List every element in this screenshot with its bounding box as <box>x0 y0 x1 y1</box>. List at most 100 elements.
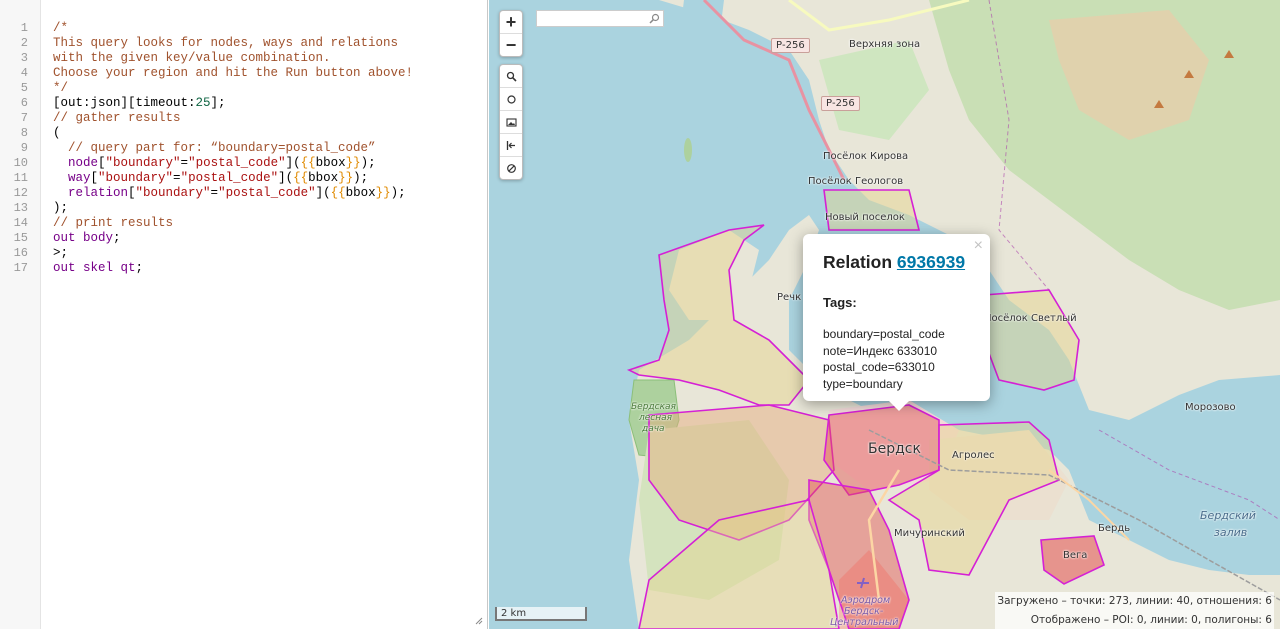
code-token: ); <box>390 186 406 200</box>
map-search-input[interactable] <box>536 10 664 27</box>
tags-heading: Tags: <box>823 295 857 310</box>
tag-note: note=Индекс 633010 <box>823 343 938 358</box>
code-token: node <box>53 156 99 170</box>
code-token: // gather results <box>53 111 181 125</box>
search-icon[interactable] <box>649 13 660 24</box>
line-number-gutter: 1 2 3 4 5 6 7 8 9 10 11 12 13 14 15 16 17 <box>0 0 41 629</box>
line-number: 6 <box>20 96 28 110</box>
tag-boundary: boundary=postal_code <box>823 327 945 341</box>
code-line[interactable]: [out:json][timeout:25]; <box>53 96 226 111</box>
line-number: 12 <box>13 186 28 200</box>
export-image-button[interactable] <box>500 111 522 134</box>
code-token: }} <box>338 171 354 185</box>
code-line[interactable]: relation["boundary"="postal_code"]({{bbo… <box>53 186 406 201</box>
code-token: {{ <box>300 156 316 170</box>
code-token: 25 <box>195 96 211 110</box>
line-number: 4 <box>20 66 28 80</box>
label-agroles: Агролес <box>952 450 995 461</box>
code-token: >; <box>53 246 69 260</box>
code-token: "postal_code" <box>188 156 286 170</box>
code-token: /* <box>53 21 69 35</box>
clear-icon <box>506 163 516 173</box>
locate-icon <box>506 94 516 104</box>
fit-bounds-icon <box>506 140 515 150</box>
label-michurinskii: Мичуринский <box>894 528 965 539</box>
code-line[interactable]: Choose your region and hit the Run butto… <box>53 66 413 81</box>
stats-displayed: Отображено – POI: 0, линии: 0, полигоны:… <box>1030 614 1272 626</box>
relation-id-link[interactable]: 6936939 <box>897 252 965 272</box>
code-token: [out:json][timeout: <box>53 96 196 110</box>
code-line[interactable]: way["boundary"="postal_code"]({{bbox}}); <box>53 171 368 186</box>
road-shield-r256-north: Р-256 <box>771 38 810 53</box>
code-line[interactable]: with the given key/value combination. <box>53 51 331 66</box>
code-line[interactable]: out body; <box>53 231 121 246</box>
code-token: {{ <box>293 171 309 185</box>
label-vega: Вега <box>1063 550 1088 561</box>
line-number: 5 <box>20 81 28 95</box>
line-number: 17 <box>13 261 28 275</box>
code-line[interactable]: /* <box>53 21 68 36</box>
line-number: 13 <box>13 201 28 215</box>
label-forest-line1: Бердская <box>631 402 676 412</box>
code-token: ]( <box>315 186 331 200</box>
line-number: 9 <box>20 141 28 155</box>
code-token: "boundary" <box>135 186 211 200</box>
line-number: 3 <box>20 51 28 65</box>
zoom-out-button[interactable]: − <box>500 34 522 56</box>
code-token: out body <box>53 231 114 245</box>
map-scale: 2 km <box>495 607 587 621</box>
code-token: Choose your region and hit the Run butto… <box>53 66 414 80</box>
code-line[interactable]: This query looks for nodes, ways and rel… <box>53 36 398 51</box>
locate-button[interactable] <box>500 88 522 111</box>
zoom-in-button[interactable]: + <box>500 11 522 34</box>
code-token: // query part for: “boundary=postal_code… <box>53 141 376 155</box>
code-token: // print results <box>53 216 174 230</box>
zoom-control: + − <box>499 10 523 57</box>
fit-bounds-button[interactable] <box>500 134 522 157</box>
line-number: 7 <box>20 111 28 125</box>
data-stats: Загружено – точки: 273, линии: 40, отнош… <box>995 592 1274 629</box>
code-token: "boundary" <box>105 156 181 170</box>
code-token: ]; <box>210 96 226 110</box>
code-token: ); <box>53 201 69 215</box>
code-line[interactable]: ); <box>53 201 68 216</box>
code-line[interactable]: out skel qt; <box>53 261 143 276</box>
label-poselok-svetlyi: Посёлок Светлый <box>984 313 1077 324</box>
resize-handle-icon[interactable] <box>475 617 483 625</box>
code-token: "postal_code" <box>218 186 316 200</box>
code-token: }} <box>375 186 391 200</box>
code-token: ); <box>360 156 376 170</box>
code-token: ); <box>353 171 369 185</box>
label-rechk: Речк <box>777 292 802 303</box>
code-line[interactable]: // query part for: “boundary=postal_code… <box>53 141 376 156</box>
zoom-to-data-icon <box>506 71 517 82</box>
code-token: = <box>210 186 219 200</box>
zoom-to-data-button[interactable] <box>500 65 522 88</box>
map-view[interactable]: Р-256 Р-256 Верхняя зона Посёлок Кирова … <box>489 0 1280 629</box>
label-zaliv-line2: залив <box>1214 526 1248 539</box>
clear-button[interactable] <box>500 157 522 179</box>
label-aerodrom-line3: Центральный <box>830 617 899 628</box>
query-editor[interactable]: 1 2 3 4 5 6 7 8 9 10 11 12 13 14 15 16 17 /* This query l… <box>0 0 488 629</box>
map-tools <box>499 64 523 180</box>
tag-type: type=boundary <box>823 376 903 391</box>
export-image-icon <box>505 117 517 127</box>
code-token: out skel qt <box>53 261 136 275</box>
code-token: = <box>173 171 181 185</box>
popup-title: Relation 6936939 <box>823 252 970 273</box>
line-number: 8 <box>20 126 28 140</box>
code-token: ( <box>53 126 61 140</box>
popup-close-button[interactable]: × <box>974 237 983 255</box>
code-token: This query looks for nodes, ways and rel… <box>53 36 399 50</box>
code-line[interactable]: node["boundary"="postal_code"]({{bbox}})… <box>53 156 376 171</box>
code-token: ]( <box>278 171 294 185</box>
code-token: = <box>180 156 189 170</box>
code-line[interactable]: // gather results <box>53 111 181 126</box>
code-line[interactable]: // print results <box>53 216 173 231</box>
code-line[interactable]: ( <box>53 126 61 141</box>
code-line[interactable]: */ <box>53 81 68 96</box>
code-token: bbox <box>315 156 346 170</box>
code-token: [ <box>98 156 106 170</box>
code-line[interactable]: >; <box>53 246 68 261</box>
code-token: way <box>53 171 91 185</box>
